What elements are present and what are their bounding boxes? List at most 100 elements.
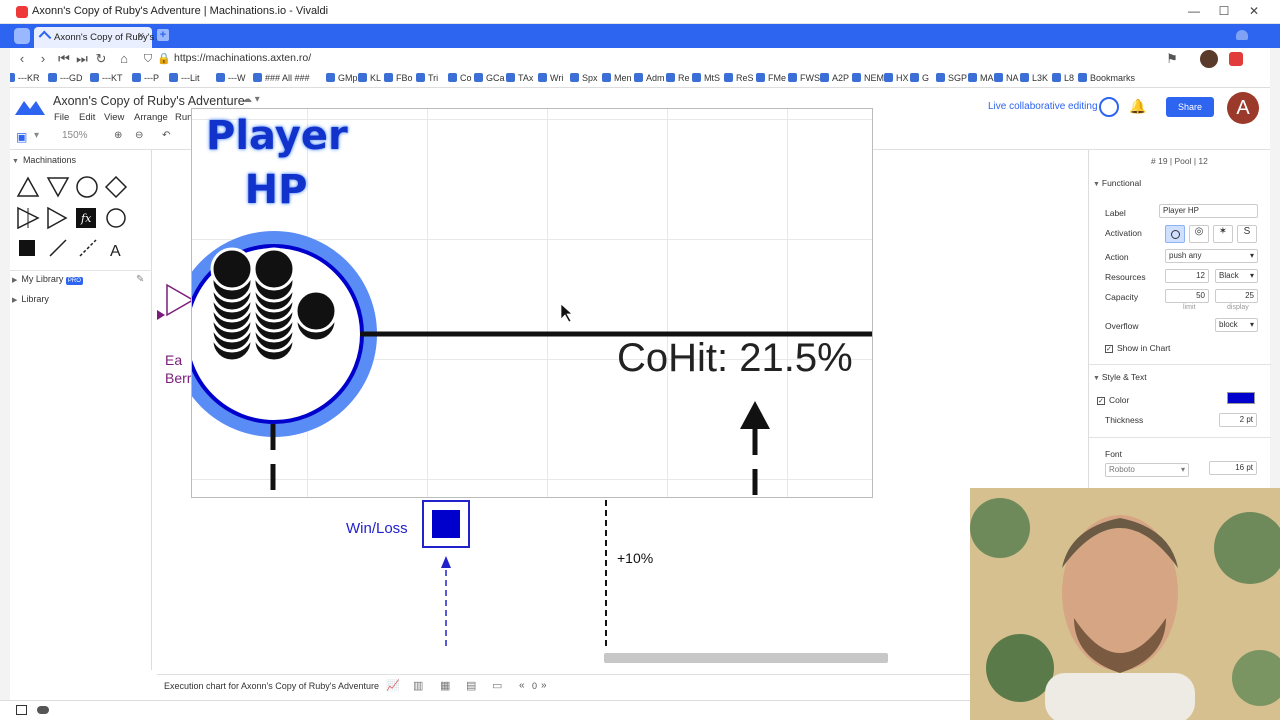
- bookmark-item[interactable]: ReS: [724, 73, 754, 83]
- bookmark-item[interactable]: MtS: [692, 73, 720, 83]
- zoom-out-icon[interactable]: ⊖: [135, 130, 143, 141]
- page-prev-icon[interactable]: «: [519, 680, 525, 691]
- style-text-section[interactable]: ▼ Style & Text: [1093, 372, 1147, 382]
- pool-shape-icon[interactable]: [76, 176, 98, 198]
- extension-icon[interactable]: [1229, 52, 1243, 66]
- overflow-select[interactable]: block ▾: [1215, 318, 1258, 332]
- activation-interactive-button[interactable]: ◎: [1189, 225, 1209, 243]
- reload-icon[interactable]: ↻: [93, 51, 109, 67]
- winloss-end-condition[interactable]: [422, 500, 470, 548]
- bell-icon[interactable]: 🔔: [1129, 98, 1146, 115]
- drain-shape-icon[interactable]: [46, 177, 70, 198]
- font-size-input[interactable]: 16 pt: [1209, 461, 1257, 475]
- bookmark-item[interactable]: ---W: [216, 73, 246, 83]
- new-tab-button[interactable]: +: [157, 29, 169, 41]
- menu-edit[interactable]: Edit: [79, 112, 95, 123]
- forward-icon[interactable]: ›: [35, 51, 51, 67]
- show-in-chart-row[interactable]: ✓ Show in Chart: [1105, 343, 1170, 353]
- trader-shape-icon[interactable]: [47, 206, 68, 230]
- machinations-section[interactable]: ▼ Machinations: [12, 155, 76, 165]
- bookmark-item[interactable]: ### All ###: [253, 73, 310, 83]
- machinations-logo-icon[interactable]: [14, 98, 46, 116]
- bookmark-item[interactable]: FBo: [384, 73, 413, 83]
- lock-icon[interactable]: 🔒: [156, 51, 172, 67]
- menu-file[interactable]: File: [54, 112, 69, 123]
- close-window-button[interactable]: ✕: [1246, 3, 1262, 19]
- bookmark-item[interactable]: ---GD: [48, 73, 83, 83]
- library-section[interactable]: ▶ Library: [12, 294, 49, 304]
- vivaldi-menu-icon[interactable]: [14, 28, 30, 44]
- bookmark-item[interactable]: MA: [968, 73, 994, 83]
- bookmark-item[interactable]: Spx: [570, 73, 598, 83]
- converter-shape-icon[interactable]: [17, 206, 40, 230]
- cloud-sync-icon[interactable]: [1236, 30, 1248, 40]
- profile-avatar[interactable]: [1200, 50, 1218, 68]
- panel-toggle-icon[interactable]: ▣: [16, 130, 27, 144]
- zoom-in-icon[interactable]: ⊕: [114, 130, 122, 141]
- bookmark-item[interactable]: FMe: [756, 73, 786, 83]
- show-in-chart-checkbox[interactable]: ✓: [1105, 345, 1113, 353]
- share-button[interactable]: Share: [1166, 97, 1214, 117]
- color-checkbox[interactable]: ✓: [1097, 397, 1105, 405]
- functional-section[interactable]: ▼ Functional: [1093, 178, 1141, 188]
- font-select[interactable]: Roboto ▾: [1105, 463, 1189, 477]
- bookmark-item[interactable]: L3K: [1020, 73, 1048, 83]
- tab-close-icon[interactable]: ×: [138, 30, 144, 42]
- live-collab-label[interactable]: Live collaborative editing: [988, 101, 1098, 112]
- resources-input[interactable]: 12: [1165, 269, 1209, 283]
- menu-run[interactable]: Run: [175, 112, 192, 123]
- bookmark-item[interactable]: KL: [358, 73, 381, 83]
- delay-shape-icon[interactable]: [106, 208, 126, 228]
- bookmark-item[interactable]: HX: [884, 73, 909, 83]
- bookmark-item[interactable]: Co: [448, 73, 472, 83]
- bookmark-item[interactable]: NA: [994, 73, 1019, 83]
- bookmark-item[interactable]: L8: [1052, 73, 1074, 83]
- register-shape-icon[interactable]: fx: [76, 208, 96, 228]
- end-condition-icon[interactable]: [19, 240, 35, 256]
- bookmark-icon[interactable]: ⚑: [1164, 51, 1180, 67]
- activation-automatic-button[interactable]: ✶: [1213, 225, 1233, 243]
- bookmark-item[interactable]: ---Lit: [169, 73, 200, 83]
- undo-icon[interactable]: ↶: [162, 130, 170, 141]
- fast-forward-icon[interactable]: ⏭: [74, 51, 90, 67]
- menu-arrange[interactable]: Arrange: [134, 112, 168, 123]
- cloud-status-icon[interactable]: [37, 706, 49, 714]
- bookmark-item[interactable]: ---KR: [6, 73, 40, 83]
- bookmark-item[interactable]: G: [910, 73, 929, 83]
- line-chart-icon[interactable]: 📈: [386, 679, 400, 692]
- bookmark-item[interactable]: GCa: [474, 73, 505, 83]
- shield-icon[interactable]: ⛉: [140, 51, 156, 67]
- bookmark-item[interactable]: GMp: [326, 73, 358, 83]
- bookmark-item[interactable]: Men: [602, 73, 632, 83]
- text-tool-icon[interactable]: A: [110, 243, 121, 260]
- bookmark-item[interactable]: ---P: [132, 73, 159, 83]
- export-icon[interactable]: ▭: [492, 679, 502, 692]
- menu-view[interactable]: View: [104, 112, 124, 123]
- area-chart-icon[interactable]: ▦: [440, 679, 450, 692]
- resources-color-select[interactable]: Black ▾: [1215, 269, 1258, 283]
- bookmark-item[interactable]: SGP: [936, 73, 967, 83]
- table-icon[interactable]: ▤: [466, 679, 476, 692]
- edit-icon[interactable]: ✎: [136, 274, 144, 285]
- minimize-button[interactable]: —: [1186, 3, 1202, 19]
- bookmark-item[interactable]: Re: [666, 73, 690, 83]
- bookmark-item[interactable]: Tri: [416, 73, 438, 83]
- partial-converter-node[interactable]: [166, 283, 195, 317]
- cloud-status-icon[interactable]: ☁ ▾: [242, 94, 260, 105]
- rewind-icon[interactable]: ⏮: [56, 51, 72, 67]
- home-icon[interactable]: ⌂: [116, 51, 132, 67]
- my-library-section[interactable]: ▶ My Library PRO: [12, 274, 83, 285]
- bookmark-item[interactable]: Wri: [538, 73, 563, 83]
- capacity-display-input[interactable]: 25: [1215, 289, 1258, 303]
- bookmark-item[interactable]: ---KT: [90, 73, 123, 83]
- document-title[interactable]: Axonn's Copy of Ruby's Adventure: [53, 94, 245, 108]
- action-select[interactable]: push any ▾: [1165, 249, 1258, 263]
- browser-tab[interactable]: Axonn's Copy of Ruby's Ad ×: [34, 27, 168, 48]
- gate-shape-icon[interactable]: [104, 176, 128, 199]
- activation-onstart-button[interactable]: S: [1237, 225, 1257, 243]
- url-field[interactable]: https://machinations.axten.ro/: [174, 52, 311, 64]
- bar-chart-icon[interactable]: ▥: [413, 679, 423, 692]
- bookmark-item[interactable]: FWS: [788, 73, 820, 83]
- color-swatch[interactable]: [1227, 392, 1255, 404]
- panel-toggle-status-icon[interactable]: [16, 705, 27, 715]
